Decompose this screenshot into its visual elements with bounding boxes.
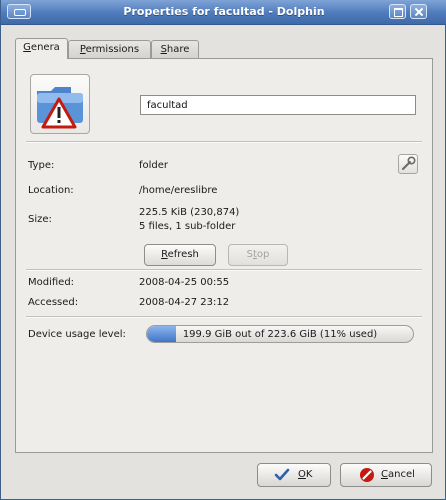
type-value: folder xyxy=(139,160,169,171)
size-value: 225.5 KiB (230,874) xyxy=(139,207,240,218)
modified-value: 2008-04-25 00:55 xyxy=(139,277,230,288)
stop-button[interactable]: Stop xyxy=(228,244,288,266)
settings-button[interactable] xyxy=(398,154,418,174)
checkmark-icon xyxy=(274,468,290,481)
size-detail: 5 files, 1 sub-folder xyxy=(139,221,236,232)
tab-share[interactable]: Share xyxy=(151,40,199,59)
cancel-icon xyxy=(360,468,374,482)
window-title: Properties for facultad - Dolphin xyxy=(123,5,325,18)
modified-label: Modified: xyxy=(28,277,75,288)
title-bar[interactable]: Properties for facultad - Dolphin xyxy=(1,0,446,25)
tab-general[interactable]: Genera xyxy=(15,38,68,59)
name-field[interactable] xyxy=(140,95,416,115)
separator xyxy=(26,141,422,143)
properties-dialog: Properties for facultad - Dolphin Genera… xyxy=(0,0,446,500)
accessed-value: 2008-04-27 23:12 xyxy=(139,297,230,308)
location-label: Location: xyxy=(28,185,74,196)
folder-icon-button[interactable] xyxy=(30,74,90,134)
tab-permissions[interactable]: Permissions xyxy=(68,40,151,59)
size-label: Size: xyxy=(28,214,52,225)
maximize-button[interactable] xyxy=(389,4,406,19)
cancel-button[interactable]: Cancel xyxy=(340,463,432,487)
general-panel: Type: folder Location: /home/ereslibre S… xyxy=(15,58,433,453)
type-label: Type: xyxy=(28,160,55,171)
separator xyxy=(26,269,422,271)
location-value: /home/ereslibre xyxy=(139,185,218,196)
gear-icon xyxy=(402,156,416,170)
device-usage-bar: 199.9 GiB out of 223.6 GiB (11% used) xyxy=(146,325,414,343)
accessed-label: Accessed: xyxy=(28,297,79,308)
usage-label: Device usage level: xyxy=(28,329,126,340)
usage-text: 199.9 GiB out of 223.6 GiB (11% used) xyxy=(182,329,378,340)
refresh-button[interactable]: Refresh xyxy=(144,244,216,266)
separator xyxy=(26,316,422,318)
close-button[interactable] xyxy=(410,4,427,19)
folder-icon xyxy=(37,87,83,129)
ok-button[interactable]: OK xyxy=(257,463,331,487)
